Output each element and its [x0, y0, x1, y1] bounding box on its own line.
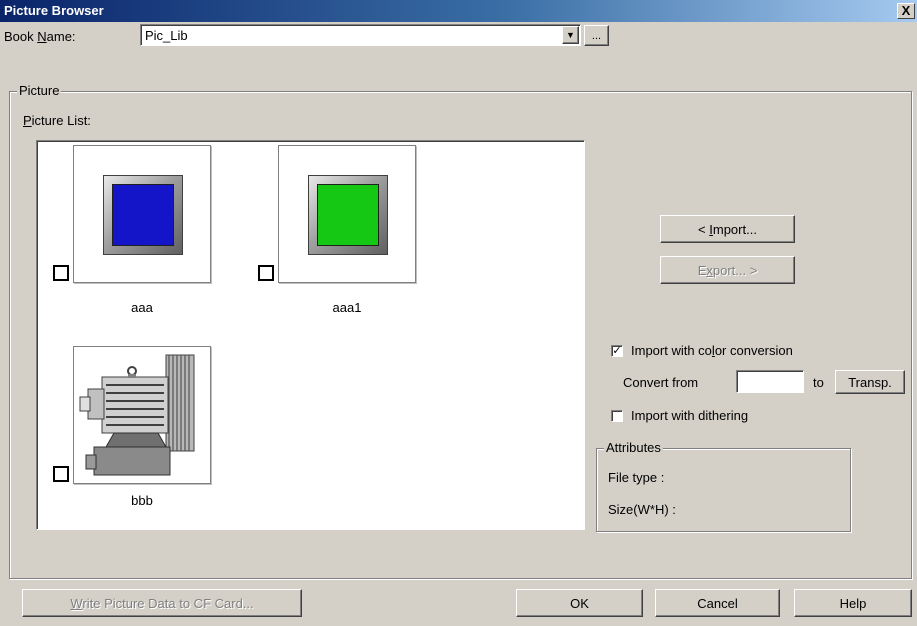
- attributes-group: [596, 448, 851, 532]
- picture-list-label: Picture List:: [23, 113, 91, 128]
- dithering-label: Import with dithering: [631, 408, 749, 423]
- import-button[interactable]: < Import...: [660, 215, 795, 243]
- close-button[interactable]: X: [897, 3, 915, 19]
- picture-tile-aaa[interactable]: [73, 145, 211, 283]
- to-label: to: [813, 375, 824, 390]
- book-name-dropdown-button[interactable]: ▼: [562, 26, 579, 44]
- picture-tile-bbb[interactable]: [73, 346, 211, 484]
- convert-from-input[interactable]: [736, 370, 804, 393]
- green-fill: [317, 184, 379, 246]
- book-name-combobox[interactable]: Pic_Lib ▼: [140, 24, 581, 46]
- write-cf-card-button[interactable]: Write Picture Data to CF Card...: [22, 589, 302, 617]
- blue-fill: [112, 184, 174, 246]
- picture-checkbox-bbb[interactable]: [53, 466, 69, 482]
- convert-from-label: Convert from: [623, 375, 699, 390]
- export-button[interactable]: Export... >: [660, 256, 795, 284]
- write-cf-card-label: Write Picture Data to CF Card...: [70, 595, 254, 611]
- transparent-button[interactable]: Transp.: [835, 370, 905, 394]
- export-button-label: Export... >: [697, 262, 758, 278]
- window-title: Picture Browser: [4, 3, 104, 18]
- size-label: Size(W*H) :: [608, 502, 676, 517]
- book-name-value: Pic_Lib: [145, 28, 188, 43]
- help-button[interactable]: Help: [794, 589, 912, 617]
- picture-list[interactable]: aaa aaa1 bbb: [36, 140, 585, 530]
- picture-name-aaa1: aaa1: [332, 300, 362, 315]
- attributes-group-label: Attributes: [604, 440, 663, 455]
- blue-square-button-thumbnail: [103, 175, 183, 255]
- import-button-label: < Import...: [698, 221, 757, 237]
- motor-blower-thumbnail: [79, 354, 195, 476]
- picture-checkbox-aaa1[interactable]: [258, 265, 274, 281]
- ok-button[interactable]: OK: [516, 589, 643, 617]
- picture-group-label: Picture: [17, 83, 62, 98]
- chevron-down-icon: ▼: [566, 30, 575, 40]
- cancel-button[interactable]: Cancel: [655, 589, 780, 617]
- picture-checkbox-aaa[interactable]: [53, 265, 69, 281]
- title-bar: Picture Browser X: [0, 0, 917, 22]
- green-square-button-thumbnail: [308, 175, 388, 255]
- browse-book-button[interactable]: ...: [584, 25, 609, 46]
- book-name-label: Book Name:: [4, 29, 76, 44]
- picture-name-bbb: bbb: [131, 493, 153, 508]
- file-type-label: File type :: [608, 470, 665, 485]
- color-conversion-checkbox[interactable]: ✓: [611, 345, 623, 357]
- picture-tile-aaa1[interactable]: [278, 145, 416, 283]
- dithering-checkbox[interactable]: [611, 410, 623, 422]
- picture-name-aaa: aaa: [131, 300, 153, 315]
- color-conversion-label: Import with color conversion: [631, 343, 793, 358]
